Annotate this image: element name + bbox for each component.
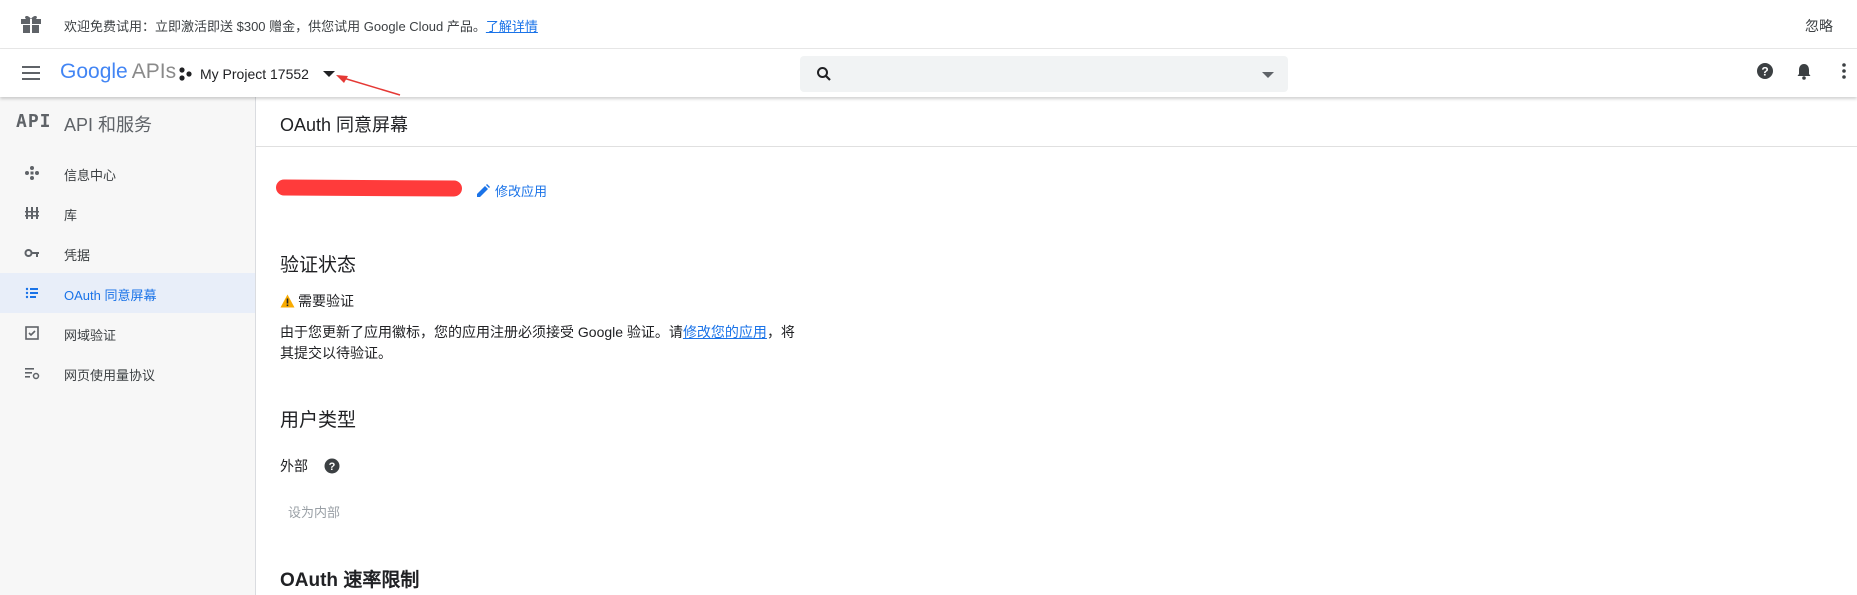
notifications-bell-icon[interactable] bbox=[1795, 62, 1813, 80]
sidebar-item-oauth-consent[interactable]: OAuth 同意屏幕 bbox=[0, 273, 255, 313]
gift-icon bbox=[21, 15, 41, 33]
consent-screen-icon bbox=[25, 287, 38, 299]
svg-text:?: ? bbox=[329, 461, 336, 473]
sidebar-item-dashboard[interactable]: 信息中心 bbox=[0, 153, 255, 193]
search-input[interactable] bbox=[844, 60, 1238, 90]
api-logo: API bbox=[16, 111, 52, 132]
google-apis-logo[interactable]: Google APIs bbox=[60, 60, 176, 84]
sidebar-item-library[interactable]: 库 bbox=[0, 193, 255, 233]
user-type-value: 外部 bbox=[280, 458, 308, 474]
page-header: OAuth 同意屏幕 bbox=[256, 97, 1857, 147]
promo-message: 欢迎免费试用：立即激活即送 $300 赠金，供您试用 Google Cloud … bbox=[64, 19, 486, 34]
sidebar-header: API API 和服务 bbox=[0, 97, 255, 145]
promo-banner: 欢迎免费试用：立即激活即送 $300 赠金，供您试用 Google Cloud … bbox=[0, 0, 1857, 49]
user-type-heading: 用户类型 bbox=[280, 410, 357, 431]
learn-more-link[interactable]: 了解详情 bbox=[486, 19, 538, 34]
project-selector[interactable]: My Project 17552 bbox=[178, 63, 335, 85]
search-icon bbox=[817, 67, 831, 81]
sidebar-item-usage-agreement[interactable]: 网页使用量协议 bbox=[0, 353, 255, 393]
apis-wordmark: APIs bbox=[131, 60, 177, 83]
search-bar[interactable] bbox=[800, 56, 1288, 92]
top-app-bar: Google APIs My Project 17552 ? bbox=[0, 49, 1857, 97]
more-vert-icon[interactable] bbox=[1841, 62, 1847, 80]
sidebar-item-label: 网页使用量协议 bbox=[64, 368, 156, 383]
pencil-icon bbox=[477, 183, 490, 197]
page-title: OAuth 同意屏幕 bbox=[280, 115, 409, 135]
make-internal-button[interactable]: 设为内部 bbox=[288, 502, 340, 521]
sidebar-item-label: OAuth 同意屏幕 bbox=[64, 288, 157, 303]
verification-status-row: 需要验证 bbox=[280, 291, 354, 311]
hamburger-menu-icon[interactable] bbox=[20, 63, 42, 83]
library-icon bbox=[25, 207, 39, 219]
verification-status-text: 需要验证 bbox=[298, 293, 354, 309]
sidebar-item-label: 库 bbox=[64, 208, 78, 223]
edit-your-app-link[interactable]: 修改您的应用 bbox=[683, 324, 767, 340]
edit-app-button[interactable]: 修改应用 bbox=[476, 181, 547, 200]
sidebar-item-credentials[interactable]: 凭据 bbox=[0, 233, 255, 273]
sidebar-item-label: 网域验证 bbox=[64, 328, 117, 343]
dashboard-icon bbox=[25, 166, 39, 180]
search-dropdown-icon[interactable] bbox=[1262, 72, 1274, 78]
sidebar-item-label: 信息中心 bbox=[64, 168, 117, 183]
usage-agreement-icon bbox=[25, 368, 40, 380]
rate-limit-heading: OAuth 速率限制 bbox=[280, 570, 420, 591]
redacted-app-name bbox=[275, 179, 463, 197]
promo-text: 欢迎免费试用：立即激活即送 $300 赠金，供您试用 Google Cloud … bbox=[64, 16, 538, 35]
verification-message: 由于您更新了应用徽标，您的应用注册必须接受 Google 验证。请修改您的应用，… bbox=[280, 322, 800, 364]
verification-status-heading: 验证状态 bbox=[280, 255, 357, 276]
verification-text-before: 由于您更新了应用徽标，您的应用注册必须接受 Google 验证。请 bbox=[280, 324, 683, 340]
dismiss-button[interactable]: 忽略 bbox=[1805, 16, 1833, 36]
project-name: My Project 17552 bbox=[200, 66, 309, 82]
domain-verification-icon bbox=[25, 326, 39, 340]
edit-app-label: 修改应用 bbox=[495, 184, 548, 199]
annotation-arrow bbox=[336, 75, 401, 96]
help-icon[interactable]: ? bbox=[324, 458, 340, 474]
sidebar: API API 和服务 信息中心 库 凭据 OAuth 同意屏幕 网域验证 网页… bbox=[0, 97, 256, 595]
warning-icon bbox=[280, 294, 295, 308]
sidebar-item-label: 凭据 bbox=[64, 248, 91, 263]
svg-text:?: ? bbox=[1761, 65, 1768, 79]
user-type-row: 外部 ? bbox=[280, 456, 340, 476]
project-icon bbox=[179, 67, 192, 81]
google-wordmark: Google bbox=[60, 60, 128, 83]
sidebar-title: API 和服务 bbox=[64, 115, 153, 135]
help-icon[interactable]: ? bbox=[1756, 62, 1774, 80]
sidebar-item-domain-verification[interactable]: 网域验证 bbox=[0, 313, 255, 353]
key-icon bbox=[24, 249, 39, 257]
